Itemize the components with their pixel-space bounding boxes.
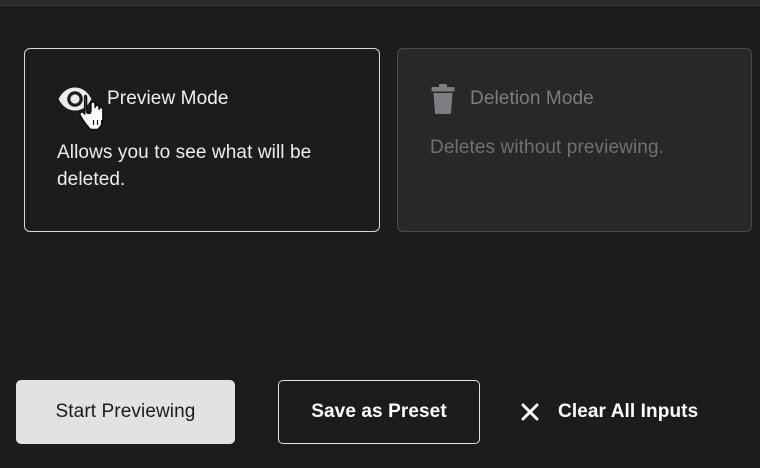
close-icon — [520, 402, 540, 422]
save-as-preset-button[interactable]: Save as Preset — [278, 380, 480, 444]
clear-all-inputs-label: Clear All Inputs — [558, 401, 699, 422]
deletion-mode-card[interactable]: Deletion Mode Deletes without previewing… — [397, 48, 752, 232]
preview-mode-header: Preview Mode — [57, 83, 229, 115]
start-previewing-button[interactable]: Start Previewing — [16, 380, 235, 444]
preview-mode-description: Allows you to see what will be deleted. — [57, 142, 312, 190]
preview-mode-title: Preview Mode — [107, 88, 229, 109]
deletion-mode-description: Deletes without previewing. — [430, 137, 664, 158]
top-divider — [0, 0, 760, 6]
deletion-mode-title: Deletion Mode — [470, 88, 594, 109]
trash-icon — [430, 83, 456, 115]
preview-mode-card[interactable]: Preview Mode Allows you to see what will… — [24, 48, 380, 232]
eye-icon — [57, 86, 93, 112]
deletion-mode-header: Deletion Mode — [430, 83, 594, 115]
clear-all-inputs-button[interactable]: Clear All Inputs — [512, 380, 732, 444]
